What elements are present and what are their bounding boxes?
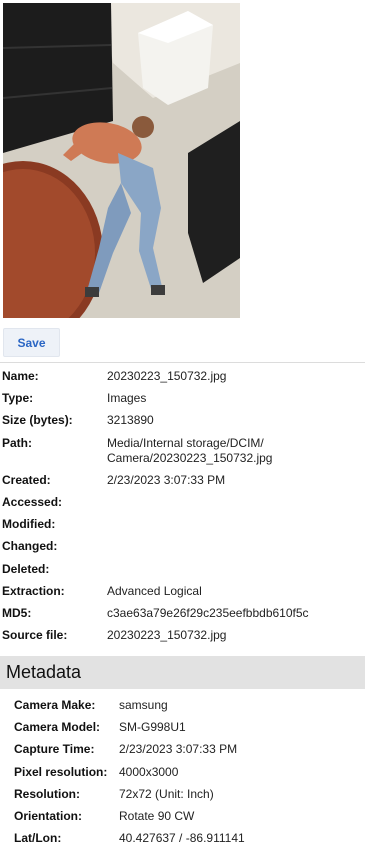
metadata-row-resolution: Resolution: 72x72 (Unit: Inch) xyxy=(14,787,362,802)
photo-thumbnail xyxy=(3,3,240,318)
image-preview[interactable] xyxy=(3,3,240,318)
property-row-source-file: Source file: 20230223_150732.jpg xyxy=(2,628,362,643)
metadata-row-lat-lon: Lat/Lon: 40.427637 / -86.911141 xyxy=(14,831,362,846)
metadata-value: SM-G998U1 xyxy=(119,720,186,735)
property-row-size: Size (bytes): 3213890 xyxy=(2,413,362,428)
metadata-value: samsung xyxy=(119,698,168,712)
metadata-row-camera-model: Camera Model: SM-G998U1 xyxy=(14,720,362,735)
metadata-row-pixel-resolution: Pixel resolution: 4000x3000 xyxy=(14,765,362,780)
property-label: Changed: xyxy=(2,539,58,554)
metadata-label: Capture Time: xyxy=(14,742,95,757)
save-button[interactable]: Save xyxy=(3,328,60,357)
metadata-section-header: Metadata xyxy=(0,656,365,689)
metadata-label: Orientation: xyxy=(14,808,82,823)
metadata-value: 40.427637 / -86.911141 xyxy=(119,831,245,846)
property-label: Created: xyxy=(2,472,51,487)
metadata-label: Lat/Lon: xyxy=(14,831,62,846)
metadata-value: Rotate 90 CW xyxy=(119,808,195,823)
property-row-extraction: Extraction: Advanced Logical xyxy=(2,584,362,599)
property-row-name: Name: 20230223_150732.jpg xyxy=(2,369,362,384)
property-value: Advanced Logical xyxy=(107,583,202,598)
property-label: Source file: xyxy=(2,628,68,643)
metadata-value: 4000x3000 xyxy=(119,764,179,779)
property-value: Media/Internal storage/DCIM/ Camera/2023… xyxy=(107,435,273,465)
property-row-deleted: Deleted: xyxy=(2,562,362,577)
property-row-created: Created: 2/23/2023 3:07:33 PM xyxy=(2,473,362,488)
property-row-type: Type: Images xyxy=(2,391,362,406)
property-value: 20230223_150732.jpg xyxy=(107,369,227,383)
property-row-md5: MD5: c3ae63a79e26f29c235eefbbdb610f5c xyxy=(2,606,362,621)
metadata-label: Resolution: xyxy=(14,786,80,801)
property-row-path: Path: Media/Internal storage/DCIM/ Camer… xyxy=(2,436,362,466)
property-label: Name: xyxy=(2,369,39,383)
property-label: Size (bytes): xyxy=(2,413,73,428)
property-label: Deleted: xyxy=(2,561,50,576)
metadata-row-capture-time: Capture Time: 2/23/2023 3:07:33 PM xyxy=(14,742,362,757)
property-row-changed: Changed: xyxy=(2,539,362,554)
property-label: Accessed: xyxy=(2,494,63,509)
metadata-row-orientation: Orientation: Rotate 90 CW xyxy=(14,809,362,824)
metadata-label: Camera Make: xyxy=(14,698,96,712)
property-row-modified: Modified: xyxy=(2,517,362,532)
metadata-value: 72x72 (Unit: Inch) xyxy=(119,786,214,801)
metadata-table: Camera Make: samsung Camera Model: SM-G9… xyxy=(14,698,362,853)
property-value: 3213890 xyxy=(107,413,154,428)
property-row-accessed: Accessed: xyxy=(2,495,362,510)
divider xyxy=(0,362,365,363)
property-value: Images xyxy=(107,391,147,406)
metadata-label: Pixel resolution: xyxy=(14,764,108,779)
property-label: MD5: xyxy=(2,605,32,620)
property-label: Modified: xyxy=(2,517,56,532)
metadata-label: Camera Model: xyxy=(14,720,101,735)
property-label: Type: xyxy=(2,391,34,406)
property-value: 20230223_150732.jpg xyxy=(107,628,227,643)
property-label: Extraction: xyxy=(2,583,65,598)
metadata-row-camera-make: Camera Make: samsung xyxy=(14,698,362,713)
property-label: Path: xyxy=(2,435,32,450)
property-value: c3ae63a79e26f29c235eefbbdb610f5c xyxy=(107,605,309,620)
properties-table: Name: 20230223_150732.jpg Type: Images S… xyxy=(2,369,362,650)
property-value: 2/23/2023 3:07:33 PM xyxy=(107,472,226,487)
metadata-value: 2/23/2023 3:07:33 PM xyxy=(119,742,238,757)
